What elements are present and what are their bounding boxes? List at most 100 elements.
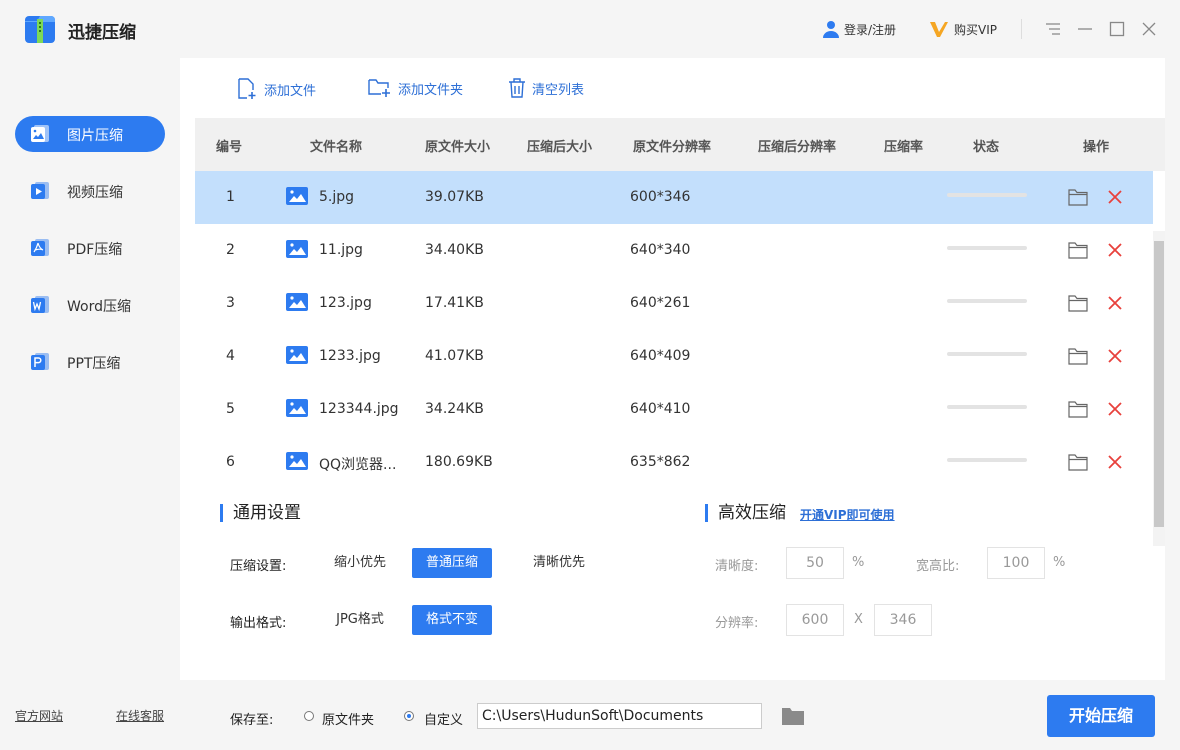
row-name: 11.jpg — [319, 242, 363, 258]
clarity-label: 清晰度: — [715, 559, 759, 574]
col-resolution: 原文件分辨率 — [633, 140, 712, 155]
save-path-input[interactable]: C:\Users\HudunSoft\Documents — [477, 703, 762, 729]
open-folder-icon[interactable] — [1068, 453, 1088, 471]
buy-vip-button[interactable]: 购买VIP — [930, 20, 997, 38]
sidebar-item-image[interactable]: 图片压缩 — [15, 116, 165, 152]
browse-folder-icon[interactable] — [782, 707, 804, 725]
sidebar-item-ppt[interactable]: PPT压缩 — [15, 344, 165, 380]
table-row[interactable]: 1 5.jpg 39.07KB 600*346 — [195, 171, 1153, 224]
delete-icon[interactable] — [1108, 455, 1122, 469]
option-jpg-format[interactable]: JPG格式 — [322, 605, 398, 635]
delete-icon[interactable] — [1108, 402, 1122, 416]
original-folder-label[interactable]: 原文件夹 — [322, 709, 374, 728]
vip-label: 购买VIP — [954, 22, 997, 37]
row-size: 39.07KB — [425, 189, 484, 205]
col-compressed-size: 压缩后大小 — [527, 140, 593, 155]
sidebar-item-pdf[interactable]: PDF压缩 — [15, 230, 165, 266]
sidebar-item-label: 视频压缩 — [67, 185, 123, 201]
sidebar-item-video[interactable]: 视频压缩 — [15, 173, 165, 209]
aspect-ratio-input[interactable]: 100 — [987, 547, 1045, 579]
open-folder-icon[interactable] — [1068, 188, 1088, 206]
online-support-link[interactable]: 在线客服 — [116, 707, 164, 724]
app-logo-icon — [25, 16, 55, 43]
progress-bar — [947, 458, 1027, 462]
menu-icon[interactable] — [1045, 21, 1061, 37]
official-site-link[interactable]: 官方网站 — [15, 707, 63, 724]
save-to-label: 保存至: — [230, 713, 274, 728]
open-folder-icon[interactable] — [1068, 400, 1088, 418]
option-keep-format[interactable]: 格式不变 — [412, 605, 492, 635]
col-compressed-resolution: 压缩后分辨率 — [758, 140, 837, 155]
height-input[interactable]: 346 — [874, 604, 932, 636]
progress-bar — [947, 246, 1027, 250]
clear-list-button[interactable]: 清空列表 — [508, 78, 584, 98]
image-file-icon — [286, 240, 308, 258]
row-id: 2 — [226, 242, 235, 258]
delete-icon[interactable] — [1108, 190, 1122, 204]
table-row[interactable]: 4 1233.jpg 41.07KB 640*409 — [195, 330, 1153, 383]
maximize-icon[interactable] — [1109, 21, 1125, 37]
add-file-button[interactable]: 添加文件 — [236, 78, 316, 100]
open-folder-icon[interactable] — [1068, 241, 1088, 259]
delete-icon[interactable] — [1108, 349, 1122, 363]
row-size: 41.07KB — [425, 348, 484, 364]
row-resolution: 640*340 — [630, 242, 691, 258]
table-row[interactable]: 5 123344.jpg 34.24KB 640*410 — [195, 383, 1153, 436]
col-status: 状态 — [973, 140, 1000, 155]
table-row[interactable]: 3 123.jpg 17.41KB 640*261 — [195, 277, 1153, 330]
close-window-icon[interactable] — [1141, 21, 1157, 37]
table-row[interactable]: 6 QQ浏览器... 180.69KB 635*862 — [195, 436, 1153, 489]
video-compress-icon — [31, 182, 49, 199]
image-file-icon — [286, 346, 308, 364]
start-compress-button[interactable]: 开始压缩 — [1047, 695, 1155, 737]
main-panel: 添加文件 添加文件夹 清空列表 编号 文件名称 原文件大小 压缩后大小 原文件分… — [180, 58, 1165, 680]
row-id: 5 — [226, 401, 235, 417]
option-clarity-first[interactable]: 清晰优先 — [520, 548, 598, 578]
file-table: 编号 文件名称 原文件大小 压缩后大小 原文件分辨率 压缩后分辨率 压缩率 状态… — [195, 118, 1165, 546]
aspect-ratio-label: 宽高比: — [916, 559, 960, 574]
sidebar-item-word[interactable]: Word压缩 — [15, 287, 165, 323]
aspect-ratio-unit: % — [1053, 555, 1066, 570]
custom-folder-label[interactable]: 自定义 — [424, 709, 463, 728]
open-folder-icon[interactable] — [1068, 347, 1088, 365]
sidebar-item-label: PPT压缩 — [67, 356, 121, 372]
row-resolution: 600*346 — [630, 189, 691, 205]
login-button[interactable]: 登录/注册 — [822, 20, 896, 38]
option-normal-compress[interactable]: 普通压缩 — [412, 548, 492, 578]
login-label: 登录/注册 — [844, 22, 897, 37]
minimize-icon[interactable] — [1077, 21, 1093, 37]
add-folder-label: 添加文件夹 — [398, 82, 464, 98]
open-folder-icon[interactable] — [1068, 294, 1088, 312]
row-id: 3 — [226, 295, 235, 311]
clarity-input[interactable]: 50 — [786, 547, 844, 579]
sidebar-item-label: PDF压缩 — [67, 242, 123, 258]
pdf-compress-icon — [31, 239, 49, 256]
app-title: 迅捷压缩 — [68, 23, 136, 43]
scrollbar-thumb[interactable] — [1154, 241, 1164, 527]
add-file-icon — [238, 78, 256, 99]
row-name: 123344.jpg — [319, 401, 399, 417]
col-actions: 操作 — [1083, 140, 1110, 155]
row-size: 17.41KB — [425, 295, 484, 311]
delete-icon[interactable] — [1108, 243, 1122, 257]
radio-custom-folder[interactable] — [404, 711, 414, 721]
compress-setting-label: 压缩设置: — [230, 559, 287, 574]
sidebar: 图片压缩 视频压缩 PDF压缩 Word压缩 PPT压缩 — [0, 58, 180, 750]
add-file-label: 添加文件 — [264, 83, 317, 99]
vip-unlock-link[interactable]: 开通VIP即可使用 — [800, 506, 895, 523]
table-row[interactable]: 2 11.jpg 34.40KB 640*340 — [195, 224, 1153, 277]
delete-icon[interactable] — [1108, 296, 1122, 310]
option-smaller-first[interactable]: 缩小优先 — [322, 548, 398, 578]
sidebar-item-label: Word压缩 — [67, 299, 131, 315]
width-input[interactable]: 600 — [786, 604, 844, 636]
add-folder-button[interactable]: 添加文件夹 — [368, 78, 463, 98]
table-scrollbar[interactable] — [1153, 231, 1165, 546]
row-resolution: 640*409 — [630, 348, 691, 364]
image-file-icon — [286, 293, 308, 311]
progress-bar — [947, 405, 1027, 409]
row-size: 34.40KB — [425, 242, 484, 258]
row-name: 1233.jpg — [319, 348, 381, 364]
row-name: 5.jpg — [319, 189, 355, 205]
radio-original-folder[interactable] — [304, 711, 314, 721]
footer-bar: 保存至: 原文件夹 自定义 C:\Users\HudunSoft\Documen… — [180, 680, 1165, 750]
